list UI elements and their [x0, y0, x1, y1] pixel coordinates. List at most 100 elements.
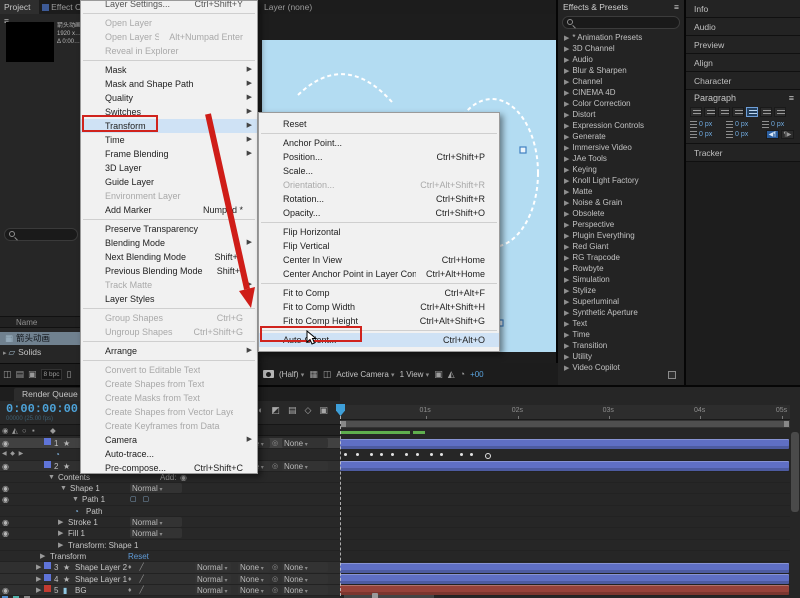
- parent-dropdown[interactable]: None: [282, 562, 328, 572]
- menu-item[interactable]: Add Marker Numpad *: [81, 203, 257, 217]
- view-layout-dropdown[interactable]: 1 View ▾: [400, 370, 430, 379]
- effects-category[interactable]: ▶Utility: [558, 351, 684, 362]
- zoom-slider-knob[interactable]: [372, 593, 378, 598]
- menu-item[interactable]: Fit to Comp Height Ctrl+Alt+Shift+G: [259, 314, 499, 328]
- menu-item[interactable]: Auto-trace...: [81, 447, 257, 461]
- eye-icon[interactable]: ◉: [2, 585, 9, 596]
- twirl-icon[interactable]: ▶: [564, 145, 569, 152]
- menu-item[interactable]: Switches ▶: [81, 105, 257, 119]
- draft-3d-icon[interactable]: ◩: [271, 405, 280, 416]
- twirl-icon[interactable]: ▶: [564, 90, 569, 97]
- twirl-icon[interactable]: ▸: [3, 350, 7, 357]
- effects-category[interactable]: ▶Color Correction: [558, 98, 684, 109]
- parent-pickwhip-icon[interactable]: ◎: [272, 574, 278, 585]
- stopwatch-icon[interactable]: ◔: [55, 449, 60, 460]
- stopwatch-icon[interactable]: ◔: [74, 506, 79, 517]
- effects-category[interactable]: ▶Channel: [558, 76, 684, 87]
- effects-panel-title[interactable]: Effects & Presets: [563, 0, 628, 15]
- menu-item[interactable]: 3D Layer: [81, 161, 257, 175]
- eye-icon[interactable]: ◉: [2, 438, 9, 449]
- effects-category[interactable]: ▶Transition: [558, 340, 684, 351]
- effects-category[interactable]: ▶3D Channel: [558, 43, 684, 54]
- parent-dropdown[interactable]: None: [282, 438, 328, 448]
- menu-item[interactable]: Pre-compose... Ctrl+Shift+C: [81, 461, 257, 475]
- menu-item[interactable]: Create Shapes from Text: [81, 377, 257, 391]
- hide-shy-layers-icon[interactable]: ▤: [288, 405, 297, 416]
- menu-item[interactable]: Group Shapes Ctrl+G: [81, 311, 257, 325]
- menu-item[interactable]: Orientation... Ctrl+Alt+Shift+R: [259, 178, 499, 192]
- grid-guides-icon[interactable]: ▦: [309, 369, 318, 380]
- parent-dropdown[interactable]: None: [282, 574, 328, 584]
- panel-header-align[interactable]: Align: [686, 54, 800, 72]
- layer-name[interactable]: Shape 1: [70, 483, 100, 494]
- layer-name[interactable]: BG: [75, 585, 87, 596]
- label-color-swatch[interactable]: [44, 461, 51, 468]
- twirl-icon[interactable]: ▶: [564, 189, 569, 196]
- effects-category[interactable]: ▶Superluminal: [558, 296, 684, 307]
- project-search-input[interactable]: [4, 228, 78, 241]
- twirl-icon[interactable]: ▶: [564, 343, 569, 350]
- layer-switches[interactable]: ♦ ╱: [128, 574, 147, 585]
- layer-name[interactable]: Shape Layer 1: [75, 574, 127, 585]
- menu-item[interactable]: Quality ▶: [81, 91, 257, 105]
- space-after-field[interactable]: 0 px: [726, 130, 762, 139]
- eye-icon[interactable]: ◉: [2, 517, 9, 528]
- time-ruler[interactable]: 01s02s03s04s05s: [340, 405, 790, 420]
- effects-category[interactable]: ▶Synthetic Aperture: [558, 307, 684, 318]
- twirl-icon[interactable]: ▶: [564, 167, 569, 174]
- effects-category[interactable]: ▶Plugin Everything: [558, 230, 684, 241]
- menu-item[interactable]: Position... Ctrl+Shift+P: [259, 150, 499, 164]
- tab-project[interactable]: Project ≡: [0, 0, 39, 14]
- menu-item[interactable]: Anchor Point...: [259, 136, 499, 150]
- menu-item[interactable]: Track Matte ▶: [81, 278, 257, 292]
- timeline-row[interactable]: ◉ ▶ Stroke 1 Normal: [0, 517, 340, 528]
- effects-category[interactable]: ▶* Animation Presets: [558, 32, 684, 43]
- effects-category[interactable]: ▶Video Copilot: [558, 362, 684, 373]
- menu-item[interactable]: Fit to Comp Ctrl+Alt+F: [259, 286, 499, 300]
- effects-category[interactable]: ▶Red Giant: [558, 241, 684, 252]
- keyframe-include-icons[interactable]: ▢ ▢: [130, 494, 151, 505]
- layer-duration-bar[interactable]: [340, 574, 789, 584]
- motion-blur-icon[interactable]: ▣: [319, 405, 328, 416]
- panel-header-info[interactable]: Info: [686, 0, 800, 18]
- effects-category[interactable]: ▶Perspective: [558, 219, 684, 230]
- justify-last-center-button[interactable]: [746, 107, 758, 117]
- align-right-button[interactable]: [718, 107, 730, 117]
- twirl-icon[interactable]: ▶: [564, 200, 569, 207]
- twirl-icon[interactable]: ▶: [40, 551, 45, 562]
- menu-item[interactable]: Create Keyframes from Data: [81, 419, 257, 433]
- timeline-row[interactable]: ▶ Transform Reset: [0, 551, 340, 562]
- parent-pickwhip-icon[interactable]: ◎: [272, 461, 278, 472]
- mask-visibility-icon[interactable]: ◫: [323, 369, 332, 380]
- label-color-swatch[interactable]: [44, 574, 51, 581]
- parent-pickwhip-icon[interactable]: ◎: [272, 438, 278, 449]
- menu-item[interactable]: Open Layer Source Alt+Numpad Enter: [81, 30, 257, 44]
- menu-item[interactable]: Center Anchor Point in Layer Content Ctr…: [259, 267, 499, 281]
- lock-column-icon[interactable]: ▪: [32, 425, 35, 437]
- layer-name[interactable]: Transform: [50, 551, 86, 562]
- effects-category[interactable]: ▶Generate: [558, 131, 684, 142]
- solo-column-icon[interactable]: ○: [22, 425, 27, 437]
- timeline-row[interactable]: ◉ ▶ Fill 1 Normal: [0, 528, 340, 539]
- menu-item[interactable]: Flip Vertical: [259, 239, 499, 253]
- layer-duration-bar[interactable]: [340, 461, 789, 471]
- timeline-row[interactable]: ◉ ▶ 5 ▮ BG ♦ ╱ Normal None ◎: [0, 585, 340, 596]
- menu-item[interactable]: Frame Blending ▶: [81, 147, 257, 161]
- project-item[interactable]: ▦箭头动画: [0, 332, 82, 345]
- menu-item[interactable]: Create Shapes from Vector Layer: [81, 405, 257, 419]
- effects-category[interactable]: ▶Audio: [558, 54, 684, 65]
- track-matte-dropdown[interactable]: None: [238, 562, 270, 572]
- layer-switches[interactable]: ♦ ╱: [128, 562, 147, 573]
- blend-mode-dropdown[interactable]: Normal: [195, 574, 231, 584]
- twirl-icon[interactable]: ▶: [564, 46, 569, 53]
- effects-category[interactable]: ▶Keying: [558, 164, 684, 175]
- parent-dropdown[interactable]: None: [282, 461, 328, 471]
- layer-duration-bar[interactable]: [340, 585, 789, 595]
- panel-header-audio[interactable]: Audio: [686, 18, 800, 36]
- align-center-button[interactable]: [704, 107, 716, 117]
- menu-item[interactable]: Opacity... Ctrl+Shift+O: [259, 206, 499, 220]
- twirl-icon[interactable]: ▶: [564, 244, 569, 251]
- timeline-row[interactable]: ◔ Path: [0, 506, 340, 517]
- blend-mode-dropdown[interactable]: Normal: [130, 483, 182, 493]
- layer-name[interactable]: Path: [86, 506, 102, 517]
